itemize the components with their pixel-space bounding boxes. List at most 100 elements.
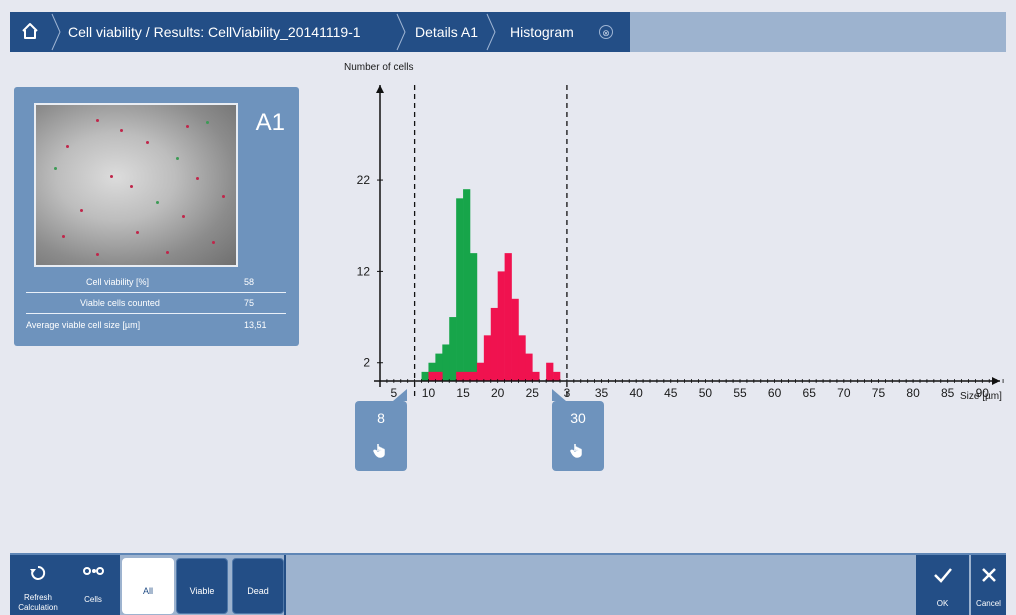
dead-bar [456, 371, 464, 381]
y-axis-label: Number of cells [344, 62, 413, 73]
x-tick-label: 40 [629, 386, 643, 400]
close-tab-button[interactable]: ⊗ [599, 25, 613, 39]
well-microscopy-image[interactable] [34, 103, 238, 267]
touch-hand-icon [373, 444, 385, 458]
max-gate-handle[interactable]: 30 [552, 389, 604, 471]
home-icon [22, 23, 38, 39]
breadcrumb-item-details[interactable]: Details A1 [415, 12, 478, 52]
y-tick-label: 22 [357, 173, 371, 187]
x-tick-label: 25 [526, 386, 540, 400]
cell-marker [182, 215, 185, 218]
viable-bar [463, 189, 471, 381]
dead-bar [470, 371, 478, 381]
dead-bar [435, 371, 443, 381]
cell-marker [156, 201, 159, 204]
breadcrumb: Cell viability / Results: CellViability_… [10, 12, 630, 52]
home-button[interactable] [10, 12, 50, 52]
filter-all-button[interactable]: All [122, 558, 174, 614]
cell-marker [96, 253, 99, 256]
cells-icon [83, 567, 104, 575]
stat-value: 75 [244, 298, 255, 308]
button-label: Calculation [18, 603, 58, 612]
stat-label: Viable cells counted [80, 298, 160, 308]
cell-marker [120, 129, 123, 132]
x-tick-label: 55 [733, 386, 747, 400]
cells-button[interactable]: Cells [66, 555, 120, 615]
close-icon [982, 568, 996, 582]
cell-marker [66, 145, 69, 148]
dead-bar [525, 353, 533, 381]
max-gate-value: 30 [570, 410, 586, 426]
dead-bar [546, 362, 554, 381]
y-ticks: 2 12 22 [357, 173, 383, 370]
dead-bar [497, 271, 505, 381]
well-detail-card: A1 Cell viability [%] 58 Viable cells co… [14, 87, 299, 346]
histogram-chart: Number of cells 5 10 15 20 25 3 35 40 45 50 55 60 65… [344, 62, 1004, 402]
dead-bar [476, 362, 485, 381]
cell-marker [130, 185, 133, 188]
divider [284, 555, 286, 615]
ok-button[interactable]: OK [916, 555, 969, 615]
cell-marker [54, 167, 57, 170]
min-gate-handle[interactable]: 8 [355, 389, 407, 471]
divider [26, 313, 286, 314]
cell-marker [80, 209, 83, 212]
x-tick-label: 35 [595, 386, 609, 400]
x-tick-label: 60 [768, 386, 782, 400]
dead-bar [463, 371, 471, 381]
button-label: Viable [189, 586, 215, 596]
min-gate-value: 8 [377, 410, 385, 426]
viable-bar [442, 344, 450, 381]
refresh-icon [30, 565, 46, 580]
x-tick-label: 80 [906, 386, 920, 400]
chevron-right-icon [396, 13, 406, 51]
cell-marker [146, 141, 149, 144]
x-tick-label: 50 [699, 386, 713, 400]
cell-marker [62, 235, 65, 238]
breadcrumb-item-histogram: Histogram [510, 24, 574, 40]
dead-bar [483, 335, 492, 381]
x-tick-label: 10 [422, 386, 436, 400]
stat-cell-viability: Cell viability [%] 58 [26, 274, 286, 292]
button-label: Dead [247, 586, 269, 596]
dead-bar [428, 371, 436, 381]
dead-bar [504, 253, 512, 381]
divider [26, 292, 286, 293]
stat-value: 13,51 [244, 320, 267, 330]
cell-marker [176, 157, 179, 160]
dead-bar [490, 307, 498, 381]
cancel-button[interactable]: Cancel [971, 555, 1006, 615]
cell-marker [212, 241, 215, 244]
viable-bar [421, 371, 429, 381]
y-tick-label: 2 [363, 356, 370, 370]
viable-bar [449, 317, 457, 381]
histogram-bars [421, 189, 561, 381]
breadcrumb-item-results[interactable]: Cell viability / Results: CellViability_… [68, 12, 361, 52]
x-tick-label: 75 [872, 386, 886, 400]
close-icon: ⊗ [602, 28, 610, 38]
x-tick-label: 15 [456, 386, 470, 400]
dead-bar [553, 371, 561, 381]
dead-bar [511, 298, 519, 381]
breadcrumb-bar: Cell viability / Results: CellViability_… [10, 12, 1006, 52]
filter-viable-button[interactable]: Viable [176, 558, 228, 614]
x-tick-label: 65 [803, 386, 817, 400]
chevron-right-icon [51, 13, 61, 51]
y-axis-arrow [376, 85, 384, 93]
touch-hand-icon [570, 444, 582, 458]
viable-bar [456, 198, 464, 381]
x-tick-label: 70 [837, 386, 851, 400]
cell-marker [96, 119, 99, 122]
filter-dead-button[interactable]: Dead [232, 558, 284, 614]
dead-bar [532, 371, 540, 381]
cell-marker [166, 251, 169, 254]
bottom-toolbar: Refresh Calculation Cells All Viable Dea… [10, 553, 1006, 615]
well-id: A1 [255, 109, 285, 136]
button-label: All [142, 586, 153, 596]
stat-value: 58 [244, 277, 255, 287]
button-label: Refresh [23, 593, 52, 602]
checkmark-icon [934, 568, 952, 583]
cell-marker [136, 231, 139, 234]
cell-marker [110, 175, 113, 178]
refresh-calculation-button[interactable]: Refresh Calculation [10, 555, 66, 615]
